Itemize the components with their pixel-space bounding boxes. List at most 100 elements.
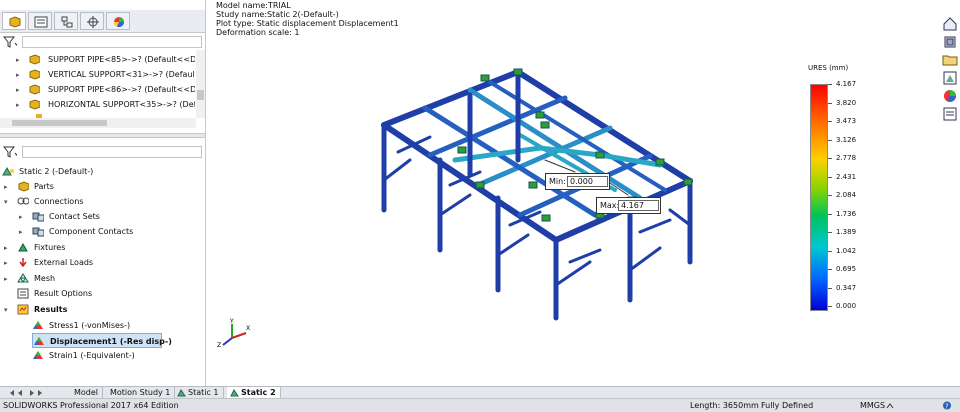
expand-arrow-icon[interactable]: ▸ [4, 244, 10, 252]
filter-input-top[interactable] [22, 36, 202, 48]
folder-icon[interactable] [942, 52, 958, 68]
expand-arrow-icon[interactable]: ▸ [16, 86, 22, 94]
legend-tick-mark [828, 139, 832, 141]
svg-text:X: X [246, 325, 250, 332]
external-load-icon [19, 258, 27, 268]
legend-tick-mark [828, 158, 832, 159]
legend-tick-mark [828, 269, 832, 270]
legend-tick-label: 2.431 [836, 172, 857, 181]
design-library-icon[interactable] [942, 34, 958, 50]
legend-tick-mark [828, 195, 832, 196]
structure-member [438, 193, 472, 217]
part-icon [29, 69, 40, 80]
chevron-up-icon[interactable] [886, 402, 894, 410]
result-plot-icon [33, 321, 43, 329]
legend-tick-mark [828, 121, 832, 122]
status-units[interactable]: MMGS [860, 399, 885, 412]
custom-properties-icon[interactable] [942, 106, 958, 122]
property-manager-icon [34, 16, 48, 28]
tab-configuration-manager[interactable] [54, 12, 78, 30]
filter-icon[interactable] [3, 146, 17, 158]
view-palette-icon[interactable] [942, 70, 958, 86]
study-tree: Static 2 (-Default-) ▸ Parts ▾ Connections ▸ C… [0, 162, 205, 384]
structure-member [382, 158, 412, 182]
expand-arrow-icon[interactable]: ▾ [4, 198, 10, 206]
min-probe[interactable]: Min: 0.000 [545, 173, 610, 190]
legend-tick-label: 2.084 [836, 191, 857, 199]
min-probe-label: Min: [549, 177, 566, 186]
study-tree-item-label: Mesh [34, 274, 56, 283]
parts-icon [18, 181, 29, 192]
feature-manager-panel: ▸ SUPPORT PIPE<85>->? (Default<<Defa ▸ VERT… [0, 0, 206, 386]
clamp-marker [457, 146, 467, 154]
expand-arrow-icon[interactable]: ▸ [16, 101, 22, 109]
svg-text:?: ? [945, 403, 949, 411]
fixture-icon [18, 242, 28, 252]
graphics-viewport[interactable] [206, 0, 940, 386]
study-tree-item-selected[interactable]: Displacement1 (-Res disp-) [32, 333, 172, 348]
simulation-study-icon [230, 389, 239, 397]
structure-member [496, 233, 530, 257]
tab-dimxpert-manager[interactable] [80, 12, 104, 30]
result-plot-icon [34, 337, 44, 345]
tab-display-manager[interactable] [106, 12, 130, 30]
axis-triad: Y X Z [217, 318, 250, 348]
status-defined: Fully Defined [761, 401, 814, 410]
max-probe[interactable]: Max: 4.167 [596, 197, 661, 214]
part-icon [29, 54, 40, 65]
expand-arrow-icon[interactable]: ▸ [4, 275, 10, 283]
task-pane-toolbar [940, 14, 960, 124]
svg-text:Z: Z [217, 342, 221, 348]
expand-arrow-icon[interactable]: ▾ [4, 306, 10, 314]
connections-icon [17, 197, 29, 205]
clamp-marker [475, 181, 485, 189]
configuration-manager-icon [61, 16, 73, 28]
tab-scroll-arrows[interactable] [2, 388, 66, 398]
mesh-icon [17, 273, 29, 283]
expand-arrow-icon[interactable]: ▸ [16, 56, 22, 64]
feature-tree-hscroll[interactable] [0, 118, 196, 128]
clamp-marker [480, 74, 490, 82]
part-icon [29, 99, 40, 110]
tab-feature-manager[interactable] [2, 12, 26, 30]
plot-info-deformation: Deformation scale: 1 [216, 28, 300, 37]
result-options-icon [17, 288, 29, 299]
displacement-plot-model [381, 68, 693, 321]
legend-title: URES (mm) [808, 64, 849, 72]
study-tree-item-label: Parts [34, 182, 54, 191]
help-icon[interactable]: ? [942, 401, 952, 410]
expand-arrow-icon[interactable]: ▸ [4, 183, 10, 191]
study-tree-item-label: Fixtures [34, 243, 66, 252]
feature-tree-item-label: SUPPORT PIPE<86>->? (Default<<Defa [48, 85, 195, 94]
tab-static-2-label: Static 2 [241, 388, 276, 397]
study-tree-item-label: Stress1 (-vonMises-) [49, 321, 131, 330]
legend-tick-mark [828, 84, 832, 85]
legend-tick-mark [828, 232, 832, 233]
legend-tick-label: 1.389 [836, 228, 857, 236]
home-icon[interactable] [942, 16, 958, 32]
appearances-icon[interactable] [942, 88, 958, 104]
study-tree-item-label: Result Options [34, 289, 93, 298]
filter-input-bottom[interactable] [22, 146, 202, 158]
legend-tick-mark [828, 213, 832, 215]
clamp-marker [595, 151, 605, 159]
clamp-marker [513, 68, 523, 76]
max-probe-label: Max: [600, 201, 620, 210]
expand-arrow-icon[interactable]: ▸ [16, 71, 22, 79]
expand-arrow-icon[interactable]: ▸ [19, 228, 25, 236]
legend-tick-mark [828, 287, 832, 289]
panel-splitter[interactable] [0, 133, 205, 138]
tab-property-manager[interactable] [28, 12, 52, 30]
legend-colorbar [810, 84, 828, 311]
study-icon [2, 166, 14, 176]
feature-tree-vscroll[interactable] [196, 50, 205, 118]
simulation-study-icon [177, 389, 186, 397]
clamp-marker [528, 181, 538, 189]
expand-arrow-icon[interactable]: ▸ [19, 213, 25, 221]
expand-arrow-icon[interactable]: ▸ [4, 259, 10, 267]
filter-icon[interactable] [3, 36, 17, 48]
feature-manager-icon [9, 16, 21, 28]
contact-icon [32, 227, 44, 237]
legend-tick-label: 1.042 [836, 246, 857, 255]
status-length: Length: 3650mm [690, 401, 759, 410]
